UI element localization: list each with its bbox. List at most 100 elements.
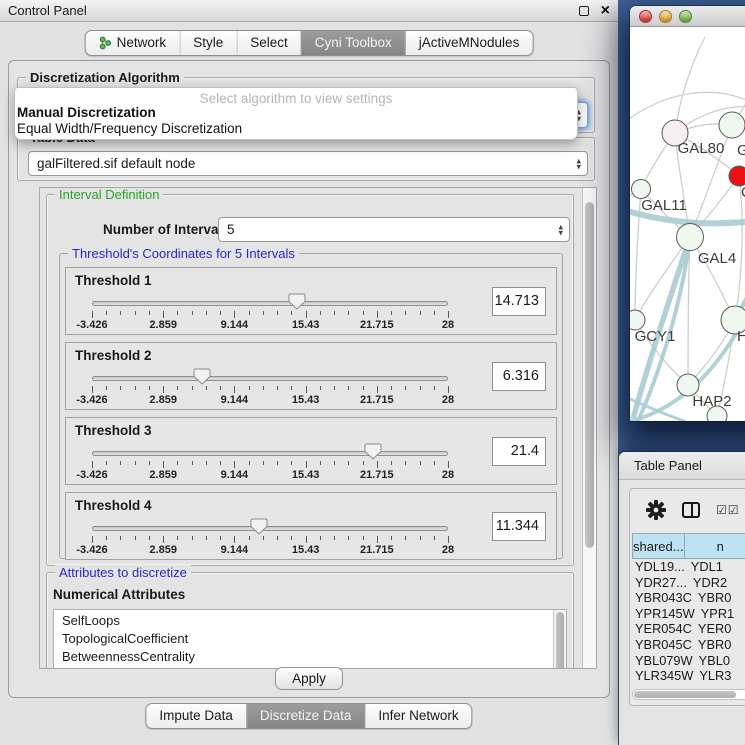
table-row[interactable]: YDR27...YDR2	[632, 575, 745, 591]
tab-style[interactable]: Style	[179, 31, 236, 55]
slider-thumb[interactable]	[288, 293, 306, 310]
slider-tick	[306, 461, 307, 468]
tab-select[interactable]: Select	[236, 31, 301, 55]
attributes-group: Attributes to discretize Numerical Attri…	[46, 572, 574, 669]
slider-tick	[120, 386, 121, 390]
table-column-header[interactable]: shared...	[632, 533, 685, 559]
slider-tick-label: 28	[442, 469, 454, 481]
algorithm-popup-hint[interactable]: Select algorithm to view settings	[15, 88, 577, 105]
table-row[interactable]: YPR145WYPR1	[632, 606, 745, 622]
slider-track[interactable]	[92, 526, 448, 531]
table-row[interactable]: YIL052CYIL0	[632, 684, 745, 687]
threshold-value-field[interactable]: 11.344	[492, 512, 546, 541]
network-node-gal11[interactable]	[632, 180, 651, 199]
network-node-gal4[interactable]	[677, 224, 704, 251]
checkbox-icons[interactable]: ☑☑	[716, 503, 740, 517]
slider-tick-label: -3.426	[76, 394, 107, 406]
slider-tick	[434, 461, 435, 465]
table-row[interactable]: YBL079WYBL0	[632, 653, 745, 669]
slider-tick	[291, 536, 292, 540]
slider-tick	[263, 386, 264, 390]
network-node[interactable]	[707, 406, 727, 421]
tab-impute-data[interactable]: Impute Data	[146, 704, 246, 728]
table-cell: YBL0	[693, 653, 745, 669]
tab-jactivemnodules[interactable]: jActiveMNodules	[405, 31, 533, 55]
close-icon[interactable]: ×	[601, 6, 610, 16]
slider-tick	[135, 311, 136, 315]
network-canvas[interactable]: GAL80GACGAL11GAL4GCY1HHAP2	[630, 27, 745, 421]
slider-thumb[interactable]	[193, 368, 211, 385]
table-row[interactable]: YDL19...YDL1	[632, 559, 745, 575]
network-node-label: GAL4	[698, 250, 736, 267]
slider-tick	[234, 386, 235, 393]
table-data-combobox[interactable]: galFiltered.sif default node ▴▾	[28, 151, 588, 176]
slider-tick	[291, 386, 292, 390]
numerical-attributes-list[interactable]: SelfLoopsTopologicalCoefficientBetweenne…	[53, 609, 567, 669]
slider-tick	[291, 311, 292, 315]
table-horizontal-scrollbar[interactable]	[632, 689, 745, 700]
zoom-traffic-light[interactable]	[679, 10, 692, 23]
minimize-traffic-light[interactable]	[659, 10, 672, 23]
settings-scrollbar[interactable]	[582, 188, 596, 668]
control-panel-title: Control Panel	[8, 3, 579, 18]
tab-infer-network[interactable]: Infer Network	[364, 704, 471, 728]
table-cell: YER0	[692, 621, 745, 637]
threshold-slider[interactable]: -3.4262.8599.14415.4321.71528	[66, 418, 486, 486]
network-node-c[interactable]	[729, 166, 745, 186]
slider-tick-label: 15.43	[292, 469, 320, 481]
float-window-icon[interactable]	[579, 6, 589, 16]
table-row[interactable]: YBR043CYBR0	[632, 590, 745, 606]
table-row[interactable]: YBR045CYBR0	[632, 637, 745, 653]
tab-label: Infer Network	[378, 704, 458, 728]
apply-button[interactable]: Apply	[275, 667, 343, 690]
table-cell: YBR043C	[632, 590, 692, 606]
slider-track[interactable]	[92, 301, 448, 306]
threshold-value-field[interactable]: 21.4	[492, 437, 546, 466]
slider-tick	[177, 461, 178, 465]
slider-thumb[interactable]	[364, 443, 382, 460]
tab-label: Discretize Data	[260, 704, 352, 728]
slider-tick	[420, 536, 421, 540]
algorithm-popup-item[interactable]: Equal Width/Frequency Discretization	[15, 121, 577, 137]
table-cell: YLR3	[693, 668, 745, 684]
slider-track[interactable]	[92, 451, 448, 456]
slider-tick	[120, 461, 121, 465]
column-view-icon[interactable]	[682, 502, 700, 518]
threshold-cards: Threshold 1 -3.4262.8599.14415.4321.7152…	[65, 267, 557, 560]
slider-thumb[interactable]	[250, 518, 268, 535]
slider-tick-label: 2.859	[149, 394, 177, 406]
threshold-value-field[interactable]: 14.713	[492, 287, 546, 316]
settings-scrollpane: Interval Definition Number of Intervals …	[39, 187, 597, 669]
table-row[interactable]: YER054CYER0	[632, 621, 745, 637]
network-node-gcy1[interactable]	[630, 310, 645, 330]
slider-tick	[420, 311, 421, 315]
network-node-ga[interactable]	[719, 112, 745, 138]
slider-tick	[106, 311, 107, 315]
tab-discretize-data[interactable]: Discretize Data	[246, 704, 365, 728]
slider-tick	[391, 386, 392, 390]
network-window-titlebar	[630, 6, 745, 27]
threshold-slider[interactable]: -3.4262.8599.14415.4321.71528	[66, 343, 486, 411]
attributes-list-scrollbar[interactable]	[553, 610, 566, 669]
threshold-value-field[interactable]: 6.316	[492, 362, 546, 391]
tab-cyni-toolbox[interactable]: Cyni Toolbox	[301, 31, 405, 55]
attribute-list-item[interactable]: TopologicalCoefficient	[62, 630, 566, 648]
threshold-slider[interactable]: -3.4262.8599.14415.4321.71528	[66, 268, 486, 336]
attribute-list-item[interactable]: BetweennessCentrality	[62, 648, 566, 666]
threshold-slider[interactable]: -3.4262.8599.14415.4321.71528	[66, 493, 486, 561]
table-cell: YLR345W	[632, 668, 693, 684]
slider-tick	[192, 461, 193, 465]
close-traffic-light[interactable]	[639, 10, 652, 23]
table-rows: YDL19...YDL1YDR27...YDR2YBR043CYBR0YPR14…	[632, 559, 745, 687]
algorithm-popup-item[interactable]: Manual Discretization	[15, 105, 577, 121]
slider-track[interactable]	[92, 376, 448, 381]
threshold-card: Threshold 3 -3.4262.8599.14415.4321.7152…	[65, 417, 557, 485]
attribute-list-item[interactable]: SelfLoops	[62, 612, 566, 630]
number-of-intervals-combobox[interactable]: 5 ▴▾	[218, 217, 570, 242]
table-column-header[interactable]: n	[685, 533, 745, 559]
tab-network[interactable]: Network	[86, 31, 180, 55]
threshold-card: Threshold 2 -3.4262.8599.14415.4321.7152…	[65, 342, 557, 410]
table-row[interactable]: YLR345WYLR3	[632, 668, 745, 684]
slider-tick	[149, 461, 150, 465]
gear-icon[interactable]	[646, 500, 666, 520]
